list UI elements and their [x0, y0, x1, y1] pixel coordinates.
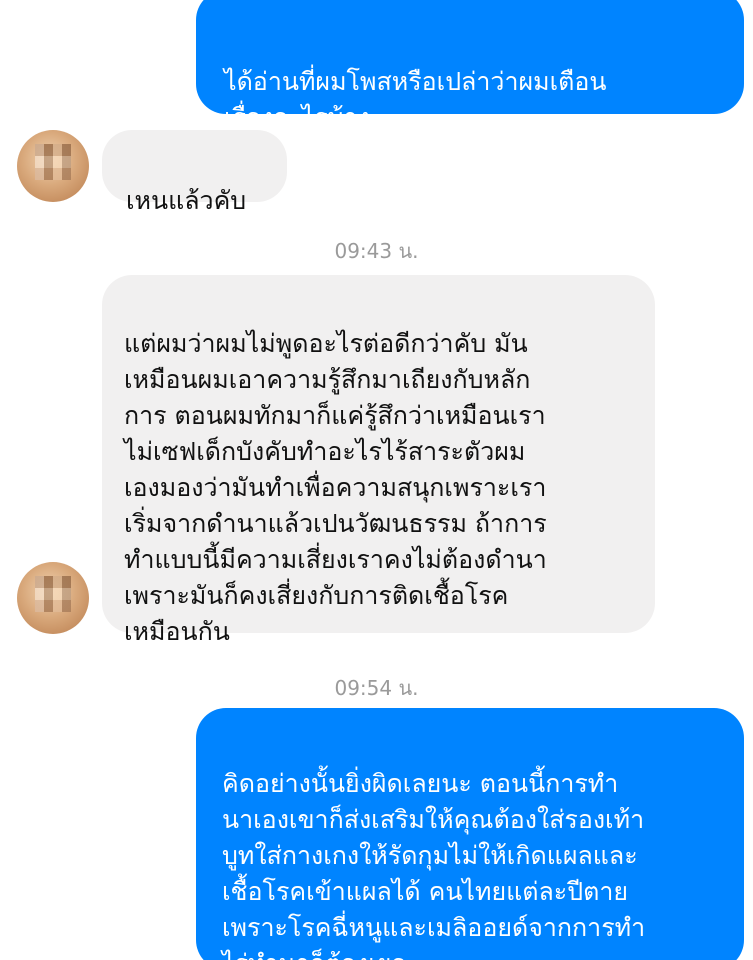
message-text: เหนแล้วคับ [126, 186, 247, 215]
incoming-message[interactable]: แต่ผมว่าผมไม่พูดอะไรต่อดีกว่าคับ มัน เหม… [102, 275, 655, 646]
contact-avatar[interactable] [17, 562, 89, 634]
message-text: แต่ผมว่าผมไม่พูดอะไรต่อดีกว่าคับ มัน เหม… [124, 329, 547, 646]
incoming-message[interactable]: เหนแล้วคับ [102, 130, 287, 215]
outgoing-message[interactable]: คิดอย่างนั้นยิ่งผิดเลยนะ ตอนนี้การทำ นาเ… [196, 708, 744, 960]
message-text: คิดอย่างนั้นยิ่งผิดเลยนะ ตอนนี้การทำ นาเ… [222, 769, 646, 960]
message-text: ได้อ่านที่ผมโพสหรือเปล่าว่าผมเตือน เรื่อ… [224, 67, 607, 132]
timestamp: 09:43 น. [334, 239, 419, 263]
timestamp: 09:54 น. [334, 676, 419, 700]
outgoing-message[interactable]: ได้อ่านที่ผมโพสหรือเปล่าว่าผมเตือน เรื่อ… [196, 0, 744, 132]
contact-avatar[interactable] [17, 130, 89, 202]
pixelated-face [35, 144, 71, 180]
pixelated-face [35, 576, 71, 612]
chat-thread: ได้อ่านที่ผมโพสหรือเปล่าว่าผมเตือน เรื่อ… [0, 0, 753, 960]
